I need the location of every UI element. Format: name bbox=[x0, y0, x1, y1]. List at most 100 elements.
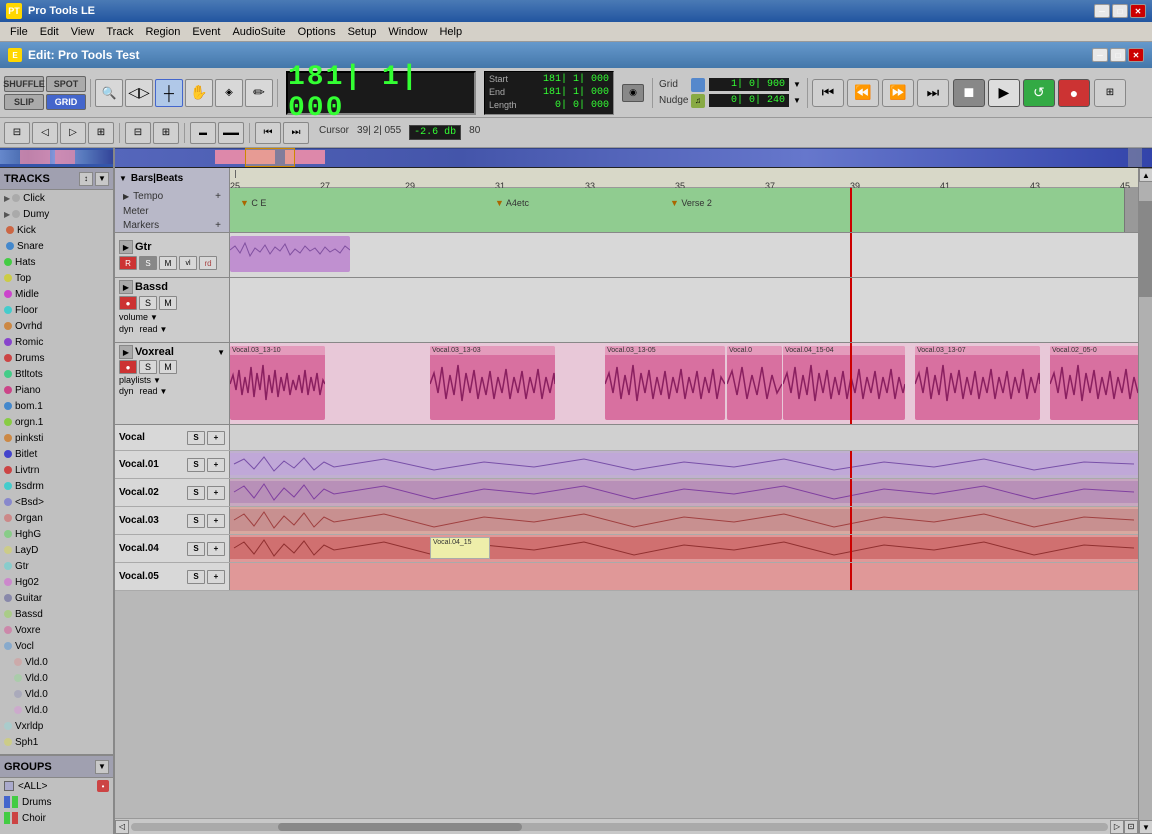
scroll-right-button[interactable]: ▷ bbox=[1110, 820, 1124, 834]
menu-view[interactable]: View bbox=[65, 24, 101, 40]
vocal03-sub-s[interactable]: S bbox=[187, 514, 205, 528]
bars-beats-header[interactable]: ▼ Bars|Beats bbox=[115, 168, 229, 188]
track-item-vxrldp[interactable]: Vxrldp bbox=[0, 718, 113, 734]
v-scroll-thumb[interactable] bbox=[1139, 201, 1152, 297]
tempo-item[interactable]: ▶ Tempo + bbox=[115, 188, 229, 204]
track-item-bitlet[interactable]: Bitlet bbox=[0, 446, 113, 462]
select-tool[interactable]: ┼ bbox=[155, 79, 183, 107]
track-item-kick[interactable]: Kick bbox=[0, 222, 113, 238]
gtr-expand-button[interactable]: ▶ bbox=[119, 240, 133, 254]
zoom-h-fwd[interactable]: ▷ bbox=[60, 122, 86, 144]
track-height-small[interactable]: ▬ bbox=[190, 122, 216, 144]
zoom-tool[interactable]: 🔍 bbox=[95, 79, 123, 107]
edit-minimize-button[interactable]: ─ bbox=[1092, 48, 1108, 62]
track-item-pinksti[interactable]: pinksti bbox=[0, 430, 113, 446]
bassd-mute-button[interactable]: M bbox=[159, 296, 177, 310]
maximize-button[interactable]: □ bbox=[1112, 4, 1128, 18]
track-item-top[interactable]: Top bbox=[0, 270, 113, 286]
vocal03-clip[interactable] bbox=[230, 509, 1138, 531]
zoom-out-button[interactable]: ⊟ bbox=[4, 122, 30, 144]
track-item-vld2[interactable]: Vld.0 bbox=[0, 670, 113, 686]
markers-add-button[interactable]: + bbox=[215, 220, 221, 231]
bassd-rec-button[interactable]: ● bbox=[119, 296, 137, 310]
voxreal-clip-2[interactable]: Vocal.03_13-03 bbox=[430, 346, 555, 420]
pencil-tool[interactable]: ✏ bbox=[245, 79, 273, 107]
scroll-left-button[interactable]: ◁ bbox=[115, 820, 129, 834]
bassd-volume-dropdown[interactable]: ▼ bbox=[150, 313, 158, 322]
edit-maximize-button[interactable]: □ bbox=[1110, 48, 1126, 62]
track-item-vocl[interactable]: Vocl bbox=[0, 638, 113, 654]
shuffle-button[interactable]: SHUFFLE bbox=[4, 76, 44, 92]
voxreal-clip-4[interactable]: Vocal.0 bbox=[727, 346, 782, 420]
vocal04-sub-s[interactable]: S bbox=[187, 542, 205, 556]
groups-options-button[interactable]: ▼ bbox=[95, 760, 109, 774]
voxreal-playlists-dropdown[interactable]: ▼ bbox=[153, 376, 161, 385]
vocal04-small-clip[interactable]: Vocal.04_15 bbox=[430, 537, 490, 559]
grid-dropdown[interactable]: ▼ bbox=[793, 80, 801, 89]
gtr-rd-button[interactable]: rd bbox=[199, 256, 217, 270]
voxreal-expand-button[interactable]: ▶ bbox=[119, 345, 133, 359]
track-item-romic[interactable]: Romic bbox=[0, 334, 113, 350]
nudge-dropdown[interactable]: ▼ bbox=[793, 96, 801, 105]
voxreal-mute-button[interactable]: M bbox=[159, 360, 177, 374]
overview-full-strip[interactable] bbox=[115, 148, 1152, 168]
track-item-dumy[interactable]: ▶ Dumy bbox=[0, 206, 113, 222]
zoom-to-fit-button[interactable]: ⊡ bbox=[1124, 820, 1138, 834]
gtr-mute-button[interactable]: S bbox=[139, 256, 157, 270]
gtr-solo-button[interactable]: M bbox=[159, 256, 177, 270]
gtr-vol-button[interactable]: vl bbox=[179, 256, 197, 270]
track-item-piano[interactable]: Piano bbox=[0, 382, 113, 398]
track-item-hghg[interactable]: HghG bbox=[0, 526, 113, 542]
vocal-sub-plus[interactable]: + bbox=[207, 431, 225, 445]
vocal05-sub-s[interactable]: S bbox=[187, 570, 205, 584]
bassd-expand-button[interactable]: ▶ bbox=[119, 280, 133, 294]
slip-button[interactable]: SLIP bbox=[4, 94, 44, 110]
tracks-options-button[interactable]: ▼ bbox=[95, 172, 109, 186]
more-options-button[interactable]: ⊞ bbox=[1094, 79, 1126, 107]
next-region-button[interactable]: ⏭ bbox=[283, 122, 309, 144]
track-item-bsdrm[interactable]: Bsdrm bbox=[0, 478, 113, 494]
menu-options[interactable]: Options bbox=[292, 24, 342, 40]
track-item-bassd[interactable]: Bassd bbox=[0, 606, 113, 622]
tempo-add-button[interactable]: + bbox=[215, 191, 221, 202]
menu-help[interactable]: Help bbox=[433, 24, 468, 40]
group-item-all[interactable]: <ALL> • bbox=[0, 778, 113, 794]
grab-tool[interactable]: ✋ bbox=[185, 79, 213, 107]
vocal03-sub-plus[interactable]: + bbox=[207, 514, 225, 528]
zoom-v-out[interactable]: ⊟ bbox=[125, 122, 151, 144]
voxreal-dropdown[interactable]: ▼ bbox=[217, 348, 225, 357]
scroll-tracks[interactable]: ▶ Gtr R S M vl rd bbox=[115, 233, 1138, 818]
bottom-scrollbar[interactable]: ◁ ▷ ⊡ bbox=[115, 818, 1138, 834]
voxreal-clip-1[interactable]: Vocal.03_13-10 bbox=[230, 346, 325, 420]
vocal01-clip[interactable] bbox=[230, 453, 1138, 475]
track-item-hats[interactable]: Hats bbox=[0, 254, 113, 270]
voxreal-clip-5[interactable]: Vocal.04_15-04 bbox=[783, 346, 905, 420]
track-item-livtrn[interactable]: Livtrn bbox=[0, 462, 113, 478]
tracks-sort-button[interactable]: ↕ bbox=[79, 172, 93, 186]
h-scroll-track[interactable] bbox=[131, 823, 1108, 831]
grid-button[interactable]: GRID bbox=[46, 94, 86, 110]
vocal05-sub-plus[interactable]: + bbox=[207, 570, 225, 584]
stop-button[interactable]: ■ bbox=[953, 79, 985, 107]
play-button[interactable]: ▶ bbox=[988, 79, 1020, 107]
track-item-snare[interactable]: Snare bbox=[0, 238, 113, 254]
fast-forward-button[interactable]: ⏩ bbox=[882, 79, 914, 107]
voxreal-clip-6[interactable]: Vocal.03_13-07 bbox=[915, 346, 1040, 420]
track-item-floor[interactable]: Floor bbox=[0, 302, 113, 318]
trim-tool[interactable]: ◁▷ bbox=[125, 79, 153, 107]
go-to-end-button[interactable]: ⏭ bbox=[917, 79, 949, 107]
loop-button[interactable]: ↺ bbox=[1023, 79, 1055, 107]
vocal02-sub-plus[interactable]: + bbox=[207, 486, 225, 500]
voxreal-rec-button[interactable]: ● bbox=[119, 360, 137, 374]
group-item-drums[interactable]: Drums bbox=[0, 794, 113, 810]
menu-edit[interactable]: Edit bbox=[34, 24, 65, 40]
vocal04-clip[interactable] bbox=[230, 537, 1138, 559]
spot-button[interactable]: SPOT bbox=[46, 76, 86, 92]
prev-region-button[interactable]: ⏮ bbox=[255, 122, 281, 144]
menu-track[interactable]: Track bbox=[100, 24, 139, 40]
gtr-clip-1[interactable] bbox=[230, 236, 350, 272]
track-item-bom[interactable]: bom.1 bbox=[0, 398, 113, 414]
smart-tool[interactable]: ◈ bbox=[215, 79, 243, 107]
menu-setup[interactable]: Setup bbox=[342, 24, 383, 40]
monitor-in-button[interactable]: ◉ bbox=[622, 84, 644, 102]
